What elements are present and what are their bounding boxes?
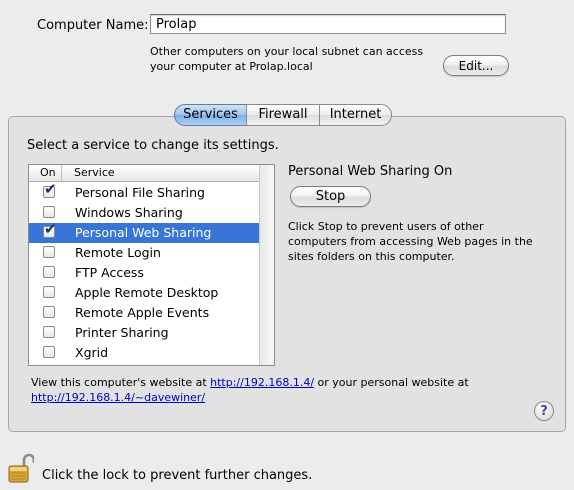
checkmark-icon: ✔ — [44, 220, 57, 238]
help-button[interactable]: ? — [534, 401, 554, 421]
table-row[interactable]: Xgrid — [29, 343, 259, 363]
service-label: Xgrid — [75, 345, 109, 360]
service-status-title: Personal Web Sharing On — [288, 164, 453, 179]
table-row[interactable]: ✔ Personal Web Sharing — [29, 222, 259, 243]
table-row[interactable]: Remote Login — [29, 243, 259, 263]
service-checkbox[interactable]: ✔ — [43, 182, 57, 198]
service-label: Personal Web Sharing — [75, 225, 212, 240]
service-checkbox[interactable]: ✔ — [43, 222, 57, 238]
stop-note: Click Stop to prevent users of other com… — [288, 220, 533, 263]
computer-name-label: Computer Name: — [37, 18, 149, 33]
service-checkbox[interactable] — [43, 266, 55, 278]
table-scrollbar[interactable] — [259, 165, 274, 365]
service-label: Apple Remote Desktop — [75, 285, 219, 300]
services-instruction: Select a service to change its settings. — [27, 138, 279, 153]
service-checkbox[interactable] — [43, 286, 55, 298]
edit-button[interactable]: Edit... — [443, 55, 509, 76]
service-checkbox[interactable] — [43, 326, 55, 338]
tab-bar: Services Firewall Internet — [174, 104, 392, 126]
service-checkbox[interactable] — [43, 246, 55, 258]
service-checkbox[interactable] — [43, 206, 55, 218]
service-label: Windows Sharing — [75, 205, 183, 220]
tab-firewall[interactable]: Firewall — [246, 104, 320, 126]
table-row[interactable]: FTP Access — [29, 263, 259, 283]
table-row[interactable]: Windows Sharing — [29, 203, 259, 223]
table-header: On Service — [29, 165, 274, 182]
subnet-access-note: Other computers on your local subnet can… — [150, 45, 424, 73]
service-checkbox[interactable] — [43, 346, 55, 358]
lock-note: Click the lock to prevent further change… — [42, 468, 313, 483]
checkmark-icon: ✔ — [44, 180, 57, 198]
service-table[interactable]: On Service ✔ Personal File Sharing Windows… — [28, 164, 275, 366]
service-label: Remote Login — [75, 245, 161, 260]
tab-services[interactable]: Services — [174, 104, 247, 126]
website-note: View this computer's website at http://1… — [31, 375, 521, 405]
table-row[interactable]: Apple Remote Desktop — [29, 283, 259, 303]
website-note-middle: or your personal website at — [314, 376, 469, 389]
column-header-service[interactable]: Service — [63, 165, 115, 181]
service-label: Printer Sharing — [75, 325, 169, 340]
lock-icon[interactable] — [8, 452, 36, 484]
personal-website-link[interactable]: http://192.168.1.4/~davewiner/ — [31, 391, 205, 404]
service-label: Personal File Sharing — [75, 185, 205, 200]
column-header-on[interactable]: On — [29, 165, 62, 181]
table-row[interactable]: Printer Sharing — [29, 323, 259, 343]
service-label: FTP Access — [75, 265, 144, 280]
table-row[interactable]: ✔ Personal File Sharing — [29, 182, 259, 203]
tab-internet[interactable]: Internet — [319, 104, 392, 126]
computer-website-link[interactable]: http://192.168.1.4/ — [210, 376, 314, 389]
website-note-prefix: View this computer's website at — [31, 376, 211, 389]
computer-name-field[interactable] — [150, 14, 506, 34]
table-row[interactable]: Remote Apple Events — [29, 303, 259, 323]
service-label: Remote Apple Events — [75, 305, 210, 320]
stop-button[interactable]: Stop — [290, 186, 371, 207]
service-checkbox[interactable] — [43, 306, 55, 318]
